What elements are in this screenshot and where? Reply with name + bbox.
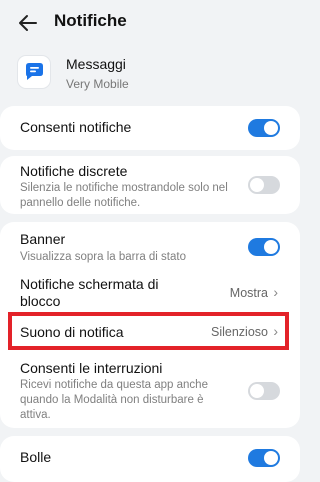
discreet-notifications-label: Notifiche discrete: [20, 163, 128, 179]
bubbles-toggle[interactable]: [248, 449, 280, 467]
allow-notifications-label: Consenti notifiche: [20, 119, 132, 135]
header: Notifiche: [0, 0, 300, 48]
allow-interruptions-toggle[interactable]: [248, 382, 280, 400]
app-name: Messaggi: [66, 56, 126, 72]
toggle-knob: [250, 384, 264, 398]
interruptions-description-line2: quando la Modalità non disturbare è: [20, 394, 204, 406]
allow-interruptions-row[interactable]: Consenti le interruzioni Ricevi notifich…: [0, 356, 300, 426]
app-info: Messaggi Very Mobile: [0, 52, 300, 100]
discreet-notifications-toggle[interactable]: [248, 176, 280, 194]
messages-app-icon: [18, 56, 50, 88]
card-bubbles: Bolle: [0, 436, 300, 482]
card-discreet: Notifiche discrete Silenzia le notifiche…: [0, 156, 300, 214]
arrow-left-icon[interactable]: [16, 10, 42, 36]
banner-label: Banner: [20, 231, 66, 247]
toggle-knob: [264, 451, 278, 465]
toggle-knob: [264, 240, 278, 254]
banner-row[interactable]: Banner Visualizza sopra la barra di stat…: [0, 222, 300, 266]
allow-interruptions-label: Consenti le interruzioni: [20, 360, 163, 376]
card-allow: Consenti notifiche: [0, 106, 300, 150]
interruptions-description-line1: Ricevi notifiche da questa app anche: [20, 379, 208, 391]
toggle-knob: [264, 121, 278, 135]
lockscreen-notifications-row[interactable]: Notifiche schermata di blocco Mostra ›: [0, 272, 300, 312]
lockscreen-label-line2: blocco: [20, 293, 61, 309]
banner-description: Visualizza sopra la barra di stato: [20, 251, 186, 263]
lockscreen-value: Mostra: [229, 286, 268, 300]
discreet-notifications-row[interactable]: Notifiche discrete Silenzia le notifiche…: [0, 156, 300, 214]
bubbles-label: Bolle: [20, 449, 52, 465]
toggle-knob: [250, 178, 264, 192]
page-title: Notifiche: [54, 11, 127, 30]
allow-notifications-row[interactable]: Consenti notifiche: [0, 106, 300, 150]
allow-notifications-toggle[interactable]: [248, 119, 280, 137]
app-carrier: Very Mobile: [66, 77, 129, 91]
interruptions-description-line3: attiva.: [20, 409, 51, 421]
highlight-frame: [8, 312, 289, 350]
bubbles-row[interactable]: Bolle: [0, 436, 300, 482]
banner-toggle[interactable]: [248, 238, 280, 256]
discreet-notifications-description: Silenzia le notifiche mostrandole solo n…: [20, 182, 228, 209]
chevron-right-icon: ›: [273, 284, 278, 300]
lockscreen-label-line1: Notifiche schermata di: [20, 276, 159, 292]
